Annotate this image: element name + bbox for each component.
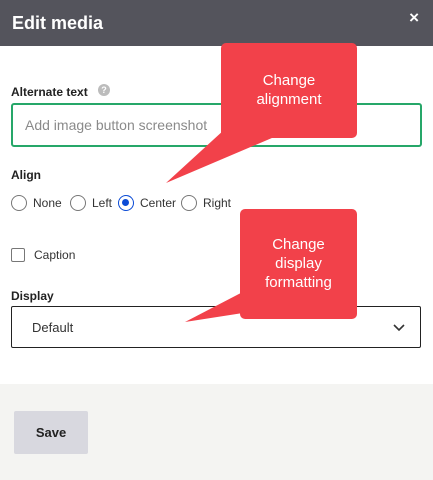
callout-2-line: display xyxy=(275,255,322,272)
align-label: Align xyxy=(11,168,41,182)
close-icon[interactable]: × xyxy=(409,9,419,26)
callout-1-line: Change xyxy=(262,72,316,89)
save-button[interactable]: Save xyxy=(14,411,88,454)
radio-label: Right xyxy=(203,196,232,210)
radio-center[interactable] xyxy=(118,195,134,211)
display-select[interactable]: Default xyxy=(11,306,421,348)
display-label: Display xyxy=(11,289,54,303)
callout-1-line: alignment xyxy=(256,91,322,108)
callout-2-line: formatting xyxy=(265,274,332,291)
align-option-center[interactable]: Center xyxy=(118,194,176,212)
radio-none[interactable] xyxy=(11,195,27,211)
radio-label: Left xyxy=(92,196,113,210)
alt-text-label: Alternate text xyxy=(11,85,88,99)
help-icon[interactable]: ? xyxy=(98,84,110,96)
radio-label: None xyxy=(33,196,62,210)
caption-label: Caption xyxy=(34,248,76,262)
callout-2-text: Change display formatting xyxy=(240,235,357,292)
align-option-left[interactable]: Left xyxy=(70,194,112,212)
dialog-titlebar: Edit media × xyxy=(0,0,433,46)
callout-2-line: Change xyxy=(272,236,325,253)
display-selected-value: Default xyxy=(32,320,74,335)
radio-label: Center xyxy=(140,196,177,210)
dialog-title: Edit media xyxy=(12,13,104,33)
radio-left[interactable] xyxy=(70,195,86,211)
align-option-none[interactable]: None xyxy=(11,194,62,212)
radio-right[interactable] xyxy=(181,195,197,211)
caption-checkbox-row[interactable]: Caption xyxy=(11,248,75,262)
chevron-down-icon xyxy=(393,324,405,332)
alt-text-input[interactable] xyxy=(11,103,422,147)
caption-checkbox[interactable] xyxy=(11,248,25,262)
callout-1-text: Change alignment xyxy=(221,71,357,109)
align-option-right[interactable]: Right xyxy=(181,194,231,212)
